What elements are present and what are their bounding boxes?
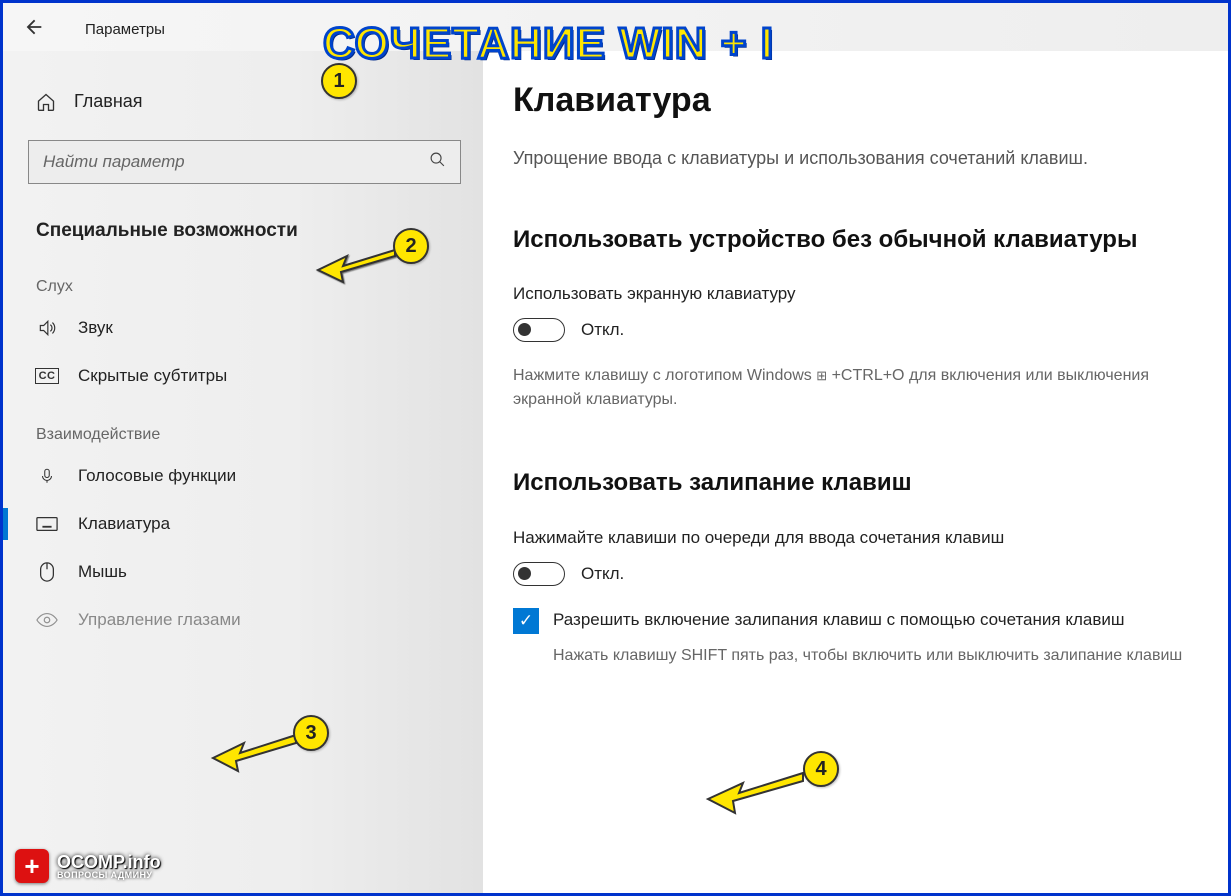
sidebar-item-label: Мышь: [78, 562, 127, 582]
sidebar-item-label: Голосовые функции: [78, 466, 236, 486]
sidebar-item-captions[interactable]: CC Скрытые субтитры: [28, 352, 483, 400]
toggle-onscreen-kb[interactable]: [513, 318, 565, 342]
sidebar-item-mouse[interactable]: Мышь: [28, 548, 483, 596]
cc-icon: CC: [36, 368, 58, 384]
section-heading-nokeyboard: Использовать устройство без обычной клав…: [513, 224, 1198, 256]
keyboard-icon: [36, 516, 58, 532]
sidebar-group-hearing: Слух: [28, 252, 483, 304]
page-title: Клавиатура: [513, 81, 1198, 120]
sidebar-item-label: Клавиатура: [78, 514, 170, 534]
sidebar-section-title: Специальные возможности: [28, 206, 483, 252]
toggle-onscreen-kb-state: Откл.: [581, 320, 624, 340]
eye-icon: [36, 612, 58, 628]
search-field[interactable]: [28, 140, 461, 184]
mouse-icon: [36, 562, 58, 582]
checkbox-sticky-shortcut-label: Разрешить включение залипания клавиш с п…: [553, 608, 1125, 632]
sidebar-item-eye[interactable]: Управление глазами: [28, 596, 483, 644]
sidebar-item-label: Звук: [78, 318, 113, 338]
home-icon: [36, 92, 56, 112]
app-title: Параметры: [85, 21, 165, 38]
sidebar-group-interaction: Взаимодействие: [28, 400, 483, 452]
mic-icon: [36, 466, 58, 486]
sidebar-item-keyboard[interactable]: Клавиатура: [28, 500, 483, 548]
sidebar-item-label: Управление глазами: [78, 610, 241, 630]
sidebar-home-label: Главная: [74, 91, 143, 112]
hint-sticky-keys: Нажать клавишу SHIFT пять раз, чтобы вкл…: [553, 644, 1198, 668]
toggle-sticky-keys-state: Откл.: [581, 564, 624, 584]
hint-onscreen-kb: Нажмите клавишу с логотипом Windows ⊞ +C…: [513, 364, 1198, 412]
checkbox-sticky-shortcut[interactable]: ✓: [513, 608, 539, 634]
speaker-icon: [36, 318, 58, 338]
back-arrow-icon[interactable]: [23, 16, 45, 44]
content-pane: Клавиатура Упрощение ввода с клавиатуры …: [483, 51, 1228, 893]
titlebar: Параметры: [3, 3, 1228, 51]
page-subtitle: Упрощение ввода с клавиатуры и использов…: [513, 148, 1198, 169]
sidebar: Главная Специальные возможности Слух Зву…: [3, 51, 483, 893]
option-sticky-keys: Нажимайте клавиши по очереди для ввода с…: [513, 528, 1198, 548]
section-heading-sticky: Использовать залипание клавиш: [513, 467, 1198, 499]
sidebar-home[interactable]: Главная: [28, 81, 483, 122]
sidebar-item-voice[interactable]: Голосовые функции: [28, 452, 483, 500]
sidebar-item-sound[interactable]: Звук: [28, 304, 483, 352]
sidebar-item-label: Скрытые субтитры: [78, 366, 227, 386]
toggle-sticky-keys[interactable]: [513, 562, 565, 586]
search-icon: [429, 151, 446, 173]
windows-logo-icon: ⊞: [816, 368, 827, 383]
option-onscreen-kb: Использовать экранную клавиатуру: [513, 284, 1198, 304]
search-input[interactable]: [43, 152, 429, 172]
